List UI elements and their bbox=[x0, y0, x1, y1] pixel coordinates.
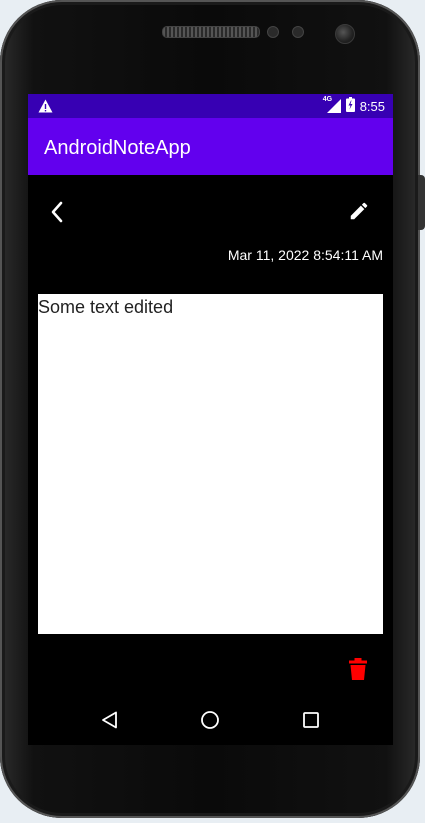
front-camera bbox=[335, 24, 355, 44]
delete-button[interactable] bbox=[346, 657, 370, 681]
status-time: 8:55 bbox=[359, 98, 385, 114]
note-content-field[interactable]: Some text edited bbox=[38, 294, 383, 634]
navigation-bar bbox=[28, 694, 393, 745]
light-sensor bbox=[292, 26, 304, 38]
nav-recents-icon bbox=[303, 712, 319, 728]
nav-home-button[interactable] bbox=[196, 706, 224, 734]
pencil-icon bbox=[350, 202, 368, 220]
trash-icon bbox=[349, 658, 367, 680]
battery-icon bbox=[345, 97, 355, 115]
earpiece-speaker bbox=[162, 26, 260, 38]
phone-frame: 4G 8:55 AndroidNoteApp Mar 11, 2022 8:54… bbox=[0, 0, 420, 818]
warning-icon bbox=[38, 99, 53, 118]
proximity-sensor bbox=[267, 26, 279, 38]
signal-icon bbox=[326, 99, 341, 113]
nav-recents-button[interactable] bbox=[297, 706, 325, 734]
back-button[interactable] bbox=[42, 197, 72, 227]
note-content-text: Some text edited bbox=[38, 297, 174, 317]
power-button bbox=[418, 175, 425, 230]
nav-back-button[interactable] bbox=[96, 706, 124, 734]
network-indicator: 4G bbox=[323, 96, 341, 113]
nav-back-icon bbox=[102, 711, 117, 729]
app-bar: AndroidNoteApp bbox=[28, 118, 393, 175]
edit-button[interactable] bbox=[344, 196, 374, 226]
chevron-left-icon bbox=[51, 201, 63, 223]
note-timestamp: Mar 11, 2022 8:54:11 AM bbox=[227, 247, 383, 263]
nav-home-icon bbox=[201, 711, 219, 729]
screen: 4G 8:55 AndroidNoteApp Mar 11, 2022 8:54… bbox=[28, 94, 393, 745]
status-bar: 4G 8:55 bbox=[28, 94, 393, 118]
app-title: AndroidNoteApp bbox=[44, 137, 191, 159]
